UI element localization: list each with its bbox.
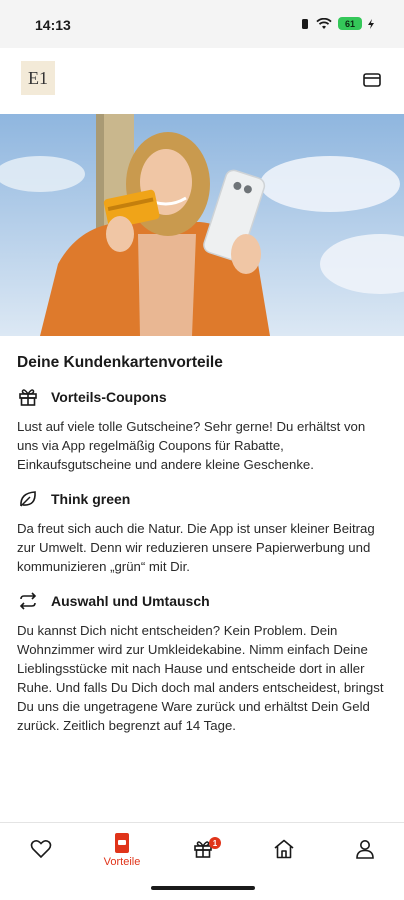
user-icon [356,840,374,859]
logo[interactable]: E1 [21,61,55,95]
section-exchange: Auswahl und Umtausch Du kannst Dich nich… [17,590,389,735]
home-icon [274,839,294,859]
exchange-icon [17,590,39,612]
status-time: 14:13 [35,17,71,33]
section-think-green: Think green Da freut sich auch die Natur… [17,488,389,576]
charging-icon [368,18,374,29]
hero-illustration [0,114,404,336]
section-title: Vorteils-Coupons [51,389,167,405]
nav-favorites[interactable] [11,823,71,879]
gift-icon [17,386,39,408]
nav-home[interactable] [254,823,314,879]
bottom-nav: Vorteile 1 [0,822,404,879]
battery-indicator: 61 [338,17,362,30]
nav-label-vorteile: Vorteile [103,856,141,868]
heart-icon [30,840,52,859]
section-text: Lust auf viele tolle Gutscheine? Sehr ge… [17,419,366,472]
app-header: E1 [0,48,404,112]
vibrate-icon [302,18,308,29]
phone-card-icon [115,833,129,853]
section-text: Da freut sich auch die Natur. Die App is… [17,521,375,574]
wifi-icon [316,17,332,29]
card-icon [363,73,381,87]
leaf-icon [17,488,39,510]
customer-card-button[interactable] [360,68,384,92]
benefits-content: Deine Kundenkartenvorteile Vorteils-Coup… [17,354,389,749]
section-title: Think green [51,491,131,507]
home-indicator-area [0,878,404,900]
hero-image [0,114,404,336]
nav-profile[interactable] [335,823,395,879]
page-title: Deine Kundenkartenvorteile [17,354,223,371]
notification-badge: 1 [209,837,221,849]
section-text: Du kannst Dich nicht entscheiden? Kein P… [17,623,384,733]
nav-coupons[interactable]: 1 [173,823,233,879]
section-coupons: Vorteils-Coupons Lust auf viele tolle Gu… [17,386,389,474]
status-icons: 61 [300,17,374,30]
nav-vorteile[interactable]: Vorteile [92,823,152,879]
section-title: Auswahl und Umtausch [51,593,210,609]
status-bar: 14:13 61 [0,0,404,48]
home-indicator[interactable] [151,886,255,890]
